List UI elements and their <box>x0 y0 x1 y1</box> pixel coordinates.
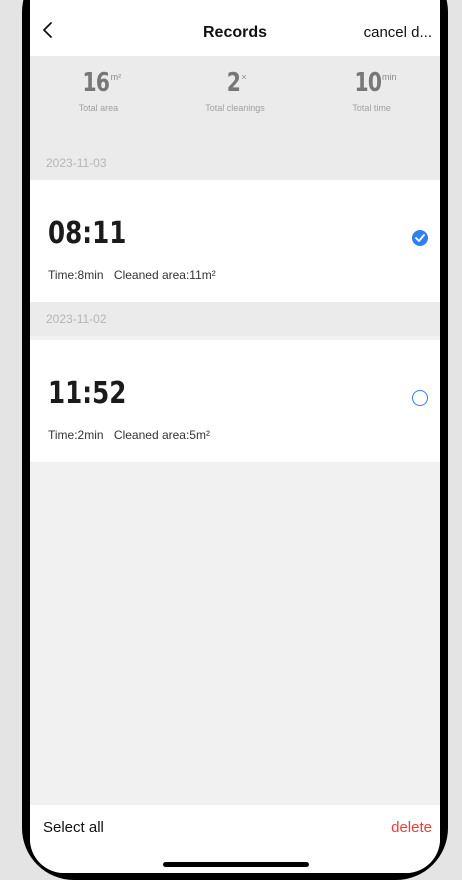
record-checkbox-unchecked[interactable] <box>412 390 428 406</box>
record-duration: Time:8min <box>48 268 104 282</box>
stat-unit: m² <box>110 72 122 82</box>
stats-summary: 16 m² Total area 2 × Total cleanings 10 … <box>30 56 440 146</box>
delete-button[interactable]: delete <box>391 819 432 836</box>
record-duration: Time:2min <box>48 428 104 442</box>
record-area: Cleaned area:5m² <box>113 428 210 442</box>
stat-label: Total area <box>78 103 119 113</box>
stat-value: 2 <box>227 68 241 98</box>
stat-unit: min <box>382 72 397 82</box>
home-indicator[interactable] <box>163 862 309 867</box>
stat-label: Total cleanings <box>205 103 265 113</box>
screen: Records cancel d... 16 m² Total area 2 ×… <box>30 0 440 873</box>
record-details: Time:2min Cleaned area:5m² <box>48 428 210 442</box>
record-time: 11:52 <box>48 376 127 411</box>
stat-value: 10 <box>354 68 382 98</box>
stat-total-area: 16 m² Total area <box>30 56 167 146</box>
record-time: 08:11 <box>48 216 127 251</box>
record-details: Time:8min Cleaned area:11m² <box>48 268 216 282</box>
record-area: Cleaned area:11m² <box>113 268 216 282</box>
stat-value: 16 <box>83 68 110 98</box>
record-item[interactable]: 11:52 Time:2min Cleaned area:5m² <box>30 340 440 462</box>
date-header: 2023-11-02 <box>30 302 440 336</box>
record-item[interactable]: 08:11 Time:8min Cleaned area:11m² <box>30 180 440 302</box>
select-all-button[interactable]: Select all <box>43 819 104 836</box>
app-header: Records cancel d... <box>30 0 440 56</box>
stat-total-cleanings: 2 × Total cleanings <box>167 56 304 146</box>
date-header: 2023-11-03 <box>30 146 440 180</box>
stat-unit: × <box>241 72 247 82</box>
cancel-delete-button[interactable]: cancel d... <box>364 24 432 41</box>
check-icon <box>415 234 425 242</box>
stat-total-time: 10 min Total time <box>303 56 440 146</box>
bottom-action-bar: Select all delete <box>30 805 440 873</box>
record-checkbox-checked[interactable] <box>412 230 428 246</box>
stat-label: Total time <box>352 103 391 113</box>
